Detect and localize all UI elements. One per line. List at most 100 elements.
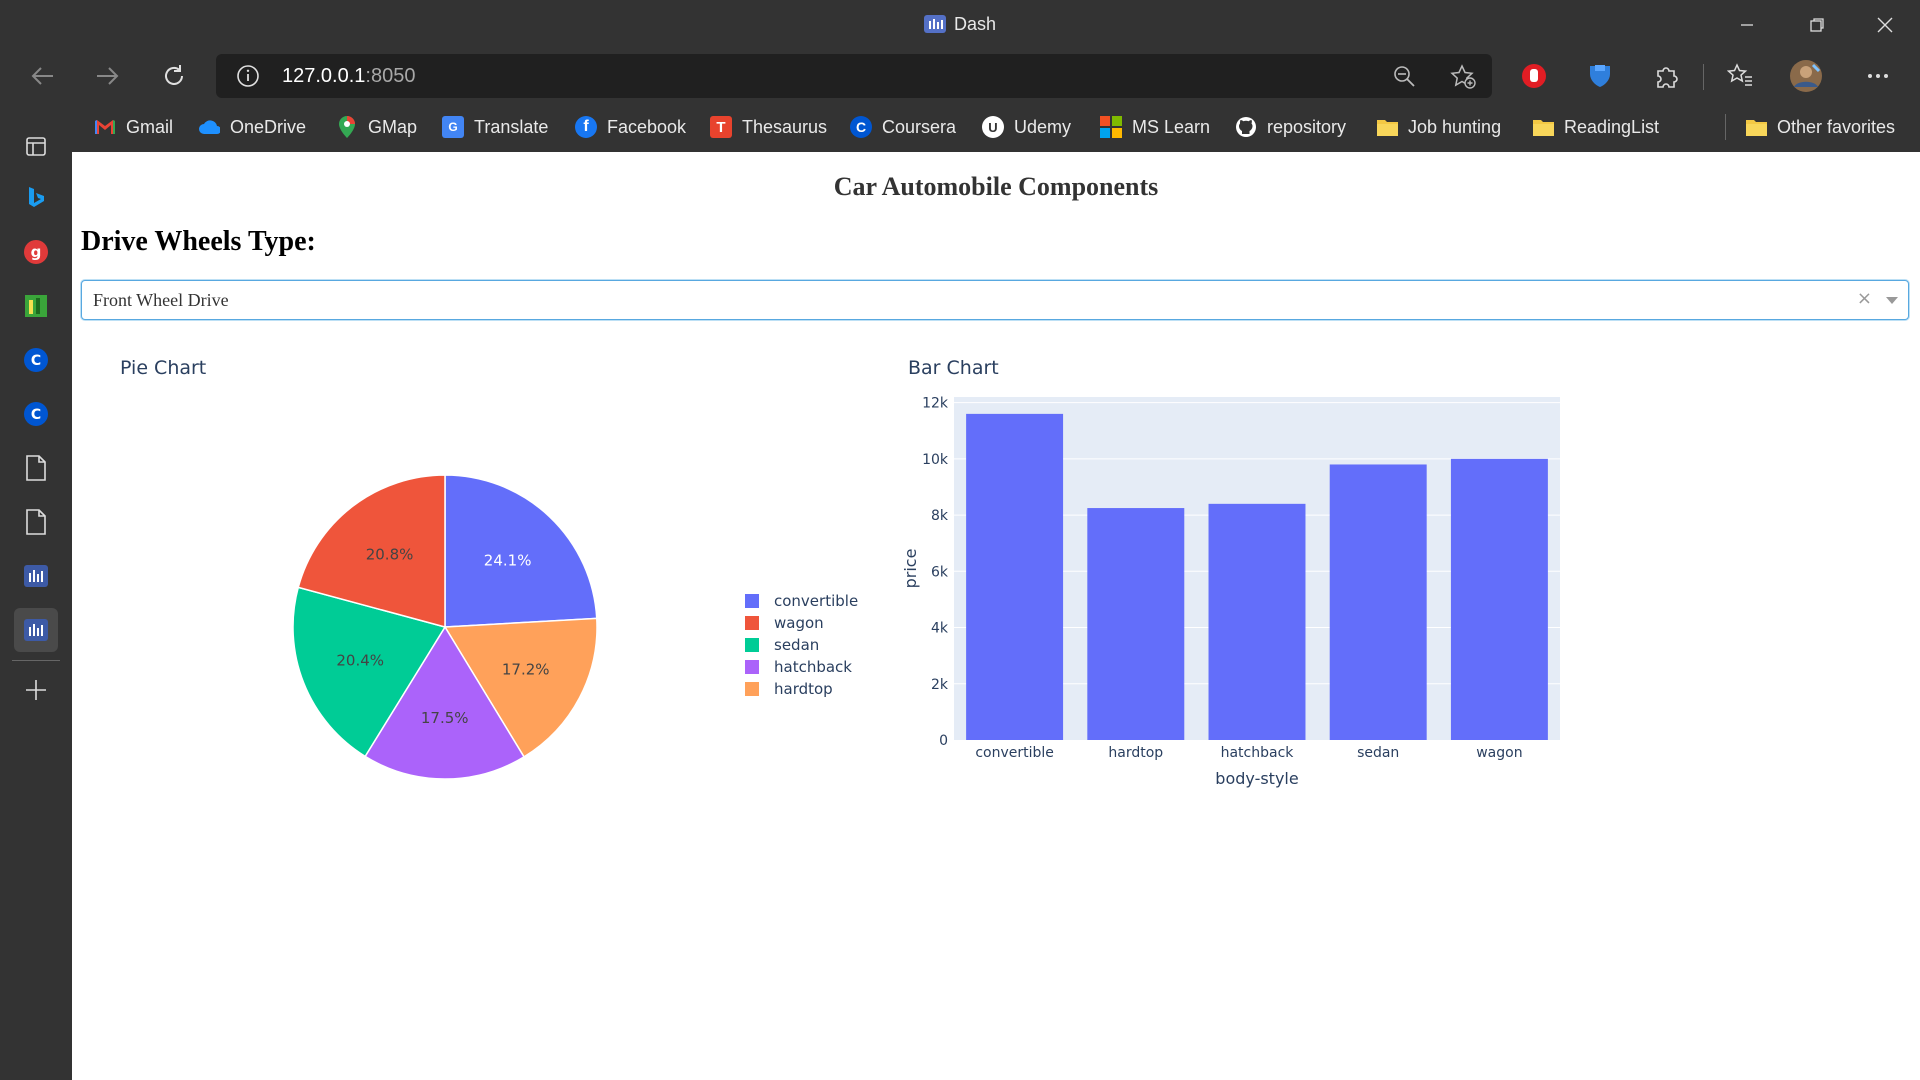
onedrive-icon [198, 116, 220, 138]
x-tick-label-hardtop: hardtop [1108, 745, 1163, 761]
chevron-down-icon[interactable] [1886, 297, 1898, 304]
tab-dash-1[interactable] [14, 554, 58, 598]
pie-slice-label-wagon: 20.8% [366, 546, 414, 564]
folder-icon [1376, 116, 1398, 138]
bar-sedan[interactable] [1329, 464, 1427, 740]
tab-coursera-2[interactable]: C [14, 392, 58, 436]
folder-icon [1532, 116, 1554, 138]
bookmark-coursera[interactable]: C Coursera [850, 113, 956, 141]
refresh-button[interactable] [154, 58, 194, 94]
udemy-icon: U [982, 116, 1004, 138]
coursera-icon: C [24, 402, 48, 426]
add-favorite-icon[interactable] [1450, 64, 1476, 90]
bar-hatchback[interactable] [1208, 503, 1306, 740]
drive-wheels-dropdown[interactable]: Front Wheel Drive × [81, 280, 1909, 320]
tab-bars-app[interactable] [14, 284, 58, 328]
site-info-icon[interactable] [236, 64, 260, 88]
tab-actions-icon [26, 137, 46, 156]
stop-hand-icon [1522, 64, 1546, 88]
clear-selection-icon[interactable]: × [1857, 288, 1872, 309]
legend-swatch-hatchback[interactable] [745, 660, 759, 674]
minimize-button[interactable] [1724, 8, 1770, 42]
folder-icon [1745, 116, 1767, 138]
bookmark-translate[interactable]: G Translate [442, 113, 548, 141]
tab-actions-button[interactable] [14, 124, 58, 168]
tab-grammarly[interactable]: g [14, 230, 58, 274]
legend-label-wagon[interactable]: wagon [774, 614, 824, 632]
legend-label-sedan[interactable]: sedan [774, 636, 819, 654]
tab-document-2[interactable] [14, 500, 58, 544]
bar-hardtop[interactable] [1087, 508, 1185, 740]
legend-swatch-sedan[interactable] [745, 638, 759, 652]
legend-label-hardtop[interactable]: hardtop [774, 680, 833, 698]
y-tick-label: 8k [931, 508, 949, 524]
y-tick-label: 2k [931, 677, 949, 693]
y-tick-label: 4k [931, 621, 949, 637]
microsoft-icon [1100, 116, 1122, 138]
dash-app-icon [24, 565, 48, 587]
more-horizontal-icon [1868, 74, 1888, 78]
bookmark-gmap[interactable]: GMap [336, 113, 417, 141]
favorites-bar: Gmail OneDrive GMap G Translate f Facebo… [72, 102, 1920, 152]
forward-button[interactable] [88, 58, 128, 94]
svg-text:g: g [31, 243, 42, 261]
bookmark-facebook[interactable]: f Facebook [575, 113, 686, 141]
bookmark-folder-job-hunting[interactable]: Job hunting [1376, 113, 1501, 141]
extensions-button[interactable] [1646, 58, 1686, 94]
extension-shield-icon [1590, 65, 1610, 87]
tab-coursera-1[interactable]: C [14, 338, 58, 382]
page-content: Car Automobile Components Drive Wheels T… [72, 152, 1920, 1080]
x-axis-label: body-style [1215, 769, 1298, 788]
green-bars-icon [25, 295, 47, 317]
pie-chart-title: Pie Chart [120, 357, 207, 379]
restore-button[interactable] [1794, 8, 1840, 42]
tab-dash-active[interactable] [14, 608, 58, 652]
favorites-divider [1725, 114, 1726, 140]
adblock-extension-button[interactable] [1514, 58, 1554, 94]
svg-text:C: C [31, 407, 41, 423]
bookmark-gmail[interactable]: Gmail [94, 113, 173, 141]
legend-swatch-hardtop[interactable] [745, 682, 759, 696]
tab-document-1[interactable] [14, 446, 58, 490]
document-icon [26, 509, 46, 535]
url-text[interactable]: 127.0.0.1:8050 [282, 65, 415, 88]
extension-button[interactable] [1580, 58, 1620, 94]
bookmark-ms-learn[interactable]: MS Learn [1100, 113, 1210, 141]
settings-menu-button[interactable] [1858, 58, 1898, 94]
bookmark-folder-other-favorites[interactable]: Other favorites [1745, 113, 1895, 141]
translate-icon: G [442, 116, 464, 138]
bookmark-thesaurus[interactable]: T Thesaurus [710, 113, 827, 141]
legend-swatch-wagon[interactable] [745, 616, 759, 630]
favorites-button[interactable] [1720, 58, 1760, 94]
facebook-icon: f [575, 116, 597, 138]
profile-button[interactable] [1786, 58, 1826, 94]
pie-slice-label-hatchback: 17.5% [421, 709, 469, 727]
bookmark-onedrive[interactable]: OneDrive [198, 113, 306, 141]
dash-app-icon [24, 619, 48, 641]
x-tick-label-convertible: convertible [975, 745, 1054, 761]
legend-label-hatchback[interactable]: hatchback [774, 658, 852, 676]
arrow-right-icon [97, 67, 119, 85]
refresh-icon [165, 65, 183, 85]
legend-swatch-convertible[interactable] [745, 594, 759, 608]
bar-convertible[interactable] [966, 413, 1064, 740]
bar-wagon[interactable] [1450, 458, 1548, 740]
map-pin-icon [336, 116, 358, 138]
address-bar[interactable]: 127.0.0.1:8050 [216, 54, 1492, 98]
zoom-icon[interactable] [1392, 64, 1416, 88]
svg-text:C: C [31, 353, 41, 369]
bookmark-repository[interactable]: repository [1235, 113, 1346, 141]
bookmark-folder-readinglist[interactable]: ReadingList [1532, 113, 1659, 141]
legend-label-convertible[interactable]: convertible [774, 592, 858, 610]
y-tick-label: 12k [922, 396, 949, 412]
back-button[interactable] [22, 58, 62, 94]
bookmark-udemy[interactable]: U Udemy [982, 113, 1071, 141]
restore-icon [1810, 18, 1824, 32]
y-tick-label: 10k [922, 452, 949, 468]
new-tab-button[interactable] [14, 668, 58, 712]
tab-bing[interactable] [14, 176, 58, 220]
close-window-button[interactable] [1862, 8, 1908, 42]
dropdown-selected-value: Front Wheel Drive [93, 290, 229, 310]
pie-slice-label-hardtop: 17.2% [502, 660, 550, 678]
browser-toolbar: 127.0.0.1:8050 [0, 50, 1920, 102]
